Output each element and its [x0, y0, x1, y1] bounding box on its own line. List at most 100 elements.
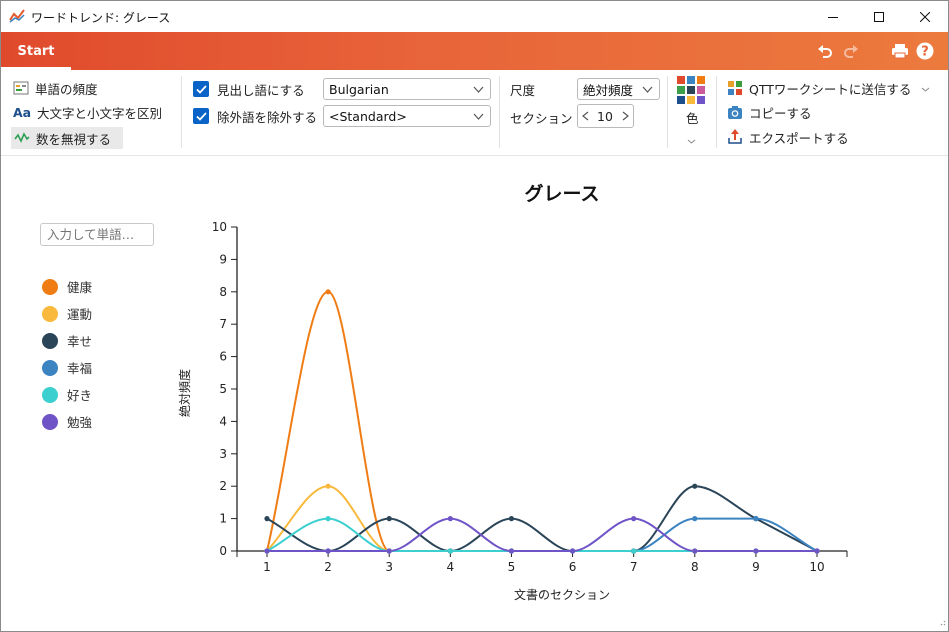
- series-line: [266, 517, 817, 552]
- legend-label: 勉強: [67, 415, 93, 430]
- x-tick-label: 6: [569, 560, 577, 574]
- chevron-left-icon[interactable]: [578, 111, 592, 121]
- legend-item[interactable]: 健康: [42, 273, 92, 300]
- data-point: [631, 516, 637, 522]
- data-point: [692, 516, 698, 522]
- data-point: [508, 548, 515, 554]
- color-palette-button[interactable]: 色: [677, 76, 707, 152]
- word-trends-app-icon: [9, 8, 25, 24]
- resize-grip-icon[interactable]: [938, 615, 946, 629]
- redo-icon[interactable]: [841, 41, 861, 61]
- y-tick-label: 5: [219, 382, 227, 396]
- data-point: [508, 548, 515, 554]
- chevron-right-icon[interactable]: [618, 111, 632, 121]
- data-point: [753, 516, 759, 522]
- y-tick-label: 8: [219, 285, 227, 299]
- data-point: [264, 548, 270, 554]
- legend-item[interactable]: 勉強: [42, 408, 92, 435]
- data-point: [386, 548, 392, 554]
- exclude-stopwords-checkbox[interactable]: 除外語を除外する: [193, 105, 317, 127]
- legend-item[interactable]: 好き: [42, 381, 92, 408]
- lemmatize-checkbox[interactable]: 見出し語にする: [193, 78, 305, 100]
- legend-color-dot: [42, 305, 58, 322]
- x-tick-label: 10: [809, 560, 824, 574]
- ribbon-tab-bar: Start ?: [1, 32, 948, 70]
- y-tick-label: 3: [219, 447, 227, 461]
- export-arrow-icon: [727, 129, 743, 145]
- maximize-button[interactable]: [856, 1, 902, 32]
- close-button[interactable]: [902, 1, 948, 32]
- scale-dropdown[interactable]: 絶対頻度: [577, 78, 660, 100]
- data-point: [264, 516, 270, 522]
- x-tick-label: 7: [630, 560, 638, 574]
- y-tick-label: 7: [219, 317, 227, 331]
- section-stepper[interactable]: 10: [577, 104, 634, 128]
- word-search-input[interactable]: [40, 223, 154, 246]
- undo-icon[interactable]: [815, 41, 835, 61]
- data-point: [447, 548, 453, 554]
- data-point: [508, 548, 515, 554]
- copy-label: コピーする: [749, 105, 812, 121]
- help-icon[interactable]: ?: [915, 41, 935, 61]
- checkmark-icon: [193, 108, 209, 124]
- legend-label: 幸福: [67, 361, 93, 376]
- data-point: [631, 548, 637, 554]
- series-line: [266, 517, 817, 552]
- data-point: [508, 516, 515, 522]
- send-to-qtt-button[interactable]: QTTワークシートに送信する: [727, 77, 930, 99]
- x-tick-label: 2: [324, 560, 332, 574]
- toolbar-separator: [181, 76, 182, 148]
- minimize-button[interactable]: [810, 1, 856, 32]
- copy-button[interactable]: コピーする: [727, 101, 812, 123]
- y-tick-label: 9: [219, 252, 227, 266]
- data-point: [692, 548, 698, 554]
- export-button[interactable]: エクスポートする: [727, 126, 849, 148]
- data-point: [631, 548, 637, 554]
- y-tick-label: 4: [219, 414, 227, 428]
- number-wave-icon: [14, 130, 30, 146]
- data-point: [264, 548, 270, 554]
- y-axis-label: 絶対頻度: [177, 369, 192, 417]
- data-point: [753, 516, 759, 522]
- legend-item[interactable]: 幸せ: [42, 327, 92, 354]
- title-bar: ワードトレンド: グレース: [1, 1, 948, 32]
- data-point: [631, 548, 637, 554]
- data-point: [569, 548, 576, 554]
- data-point: [386, 548, 392, 554]
- toolbar-separator: [499, 76, 500, 148]
- y-tick-label: 1: [219, 512, 227, 526]
- print-icon[interactable]: [890, 41, 910, 61]
- word-frequency-button[interactable]: 単語の頻度: [13, 77, 98, 99]
- data-point: [753, 548, 759, 554]
- data-point: [447, 548, 453, 554]
- x-tick-label: 3: [385, 560, 393, 574]
- data-point: [569, 548, 576, 554]
- camera-icon: [727, 104, 743, 120]
- case-sensitive-button[interactable]: Aa 大文字と小文字を区別: [13, 101, 162, 123]
- send-to-qtt-label: QTTワークシートに送信する: [749, 81, 912, 97]
- tab-start[interactable]: Start: [1, 32, 71, 70]
- chart-legend: 健康 運動 幸せ幸福好き勉強: [42, 273, 92, 435]
- language-dropdown[interactable]: Bulgarian: [323, 78, 491, 100]
- chevron-down-icon[interactable]: [921, 81, 930, 96]
- x-tick-label: 8: [691, 560, 699, 574]
- qtt-worksheet-icon: [727, 80, 743, 96]
- exclusion-list-value: <Standard>: [329, 108, 407, 124]
- exclusion-list-dropdown[interactable]: <Standard>: [323, 105, 491, 127]
- data-point: [569, 548, 576, 554]
- y-tick-label: 6: [219, 350, 227, 364]
- ignore-numbers-button[interactable]: 数を無視する: [11, 127, 123, 149]
- y-tick-label: 0: [219, 544, 227, 558]
- data-point: [264, 548, 270, 554]
- ribbon-toolbar: 単語の頻度 Aa 大文字と小文字を区別 数を無視する 見出し語にする Bulga…: [1, 70, 948, 156]
- section-count[interactable]: 10: [592, 109, 618, 124]
- export-label: エクスポートする: [749, 130, 849, 146]
- data-point: [386, 548, 392, 554]
- series-line: [266, 517, 818, 552]
- legend-item[interactable]: 運動: [42, 300, 92, 327]
- y-tick-label: 2: [219, 479, 227, 493]
- legend-item[interactable]: 幸福: [42, 354, 92, 381]
- toolbar-separator: [667, 76, 668, 148]
- data-point: [569, 548, 576, 554]
- color-palette-icon: [677, 76, 707, 108]
